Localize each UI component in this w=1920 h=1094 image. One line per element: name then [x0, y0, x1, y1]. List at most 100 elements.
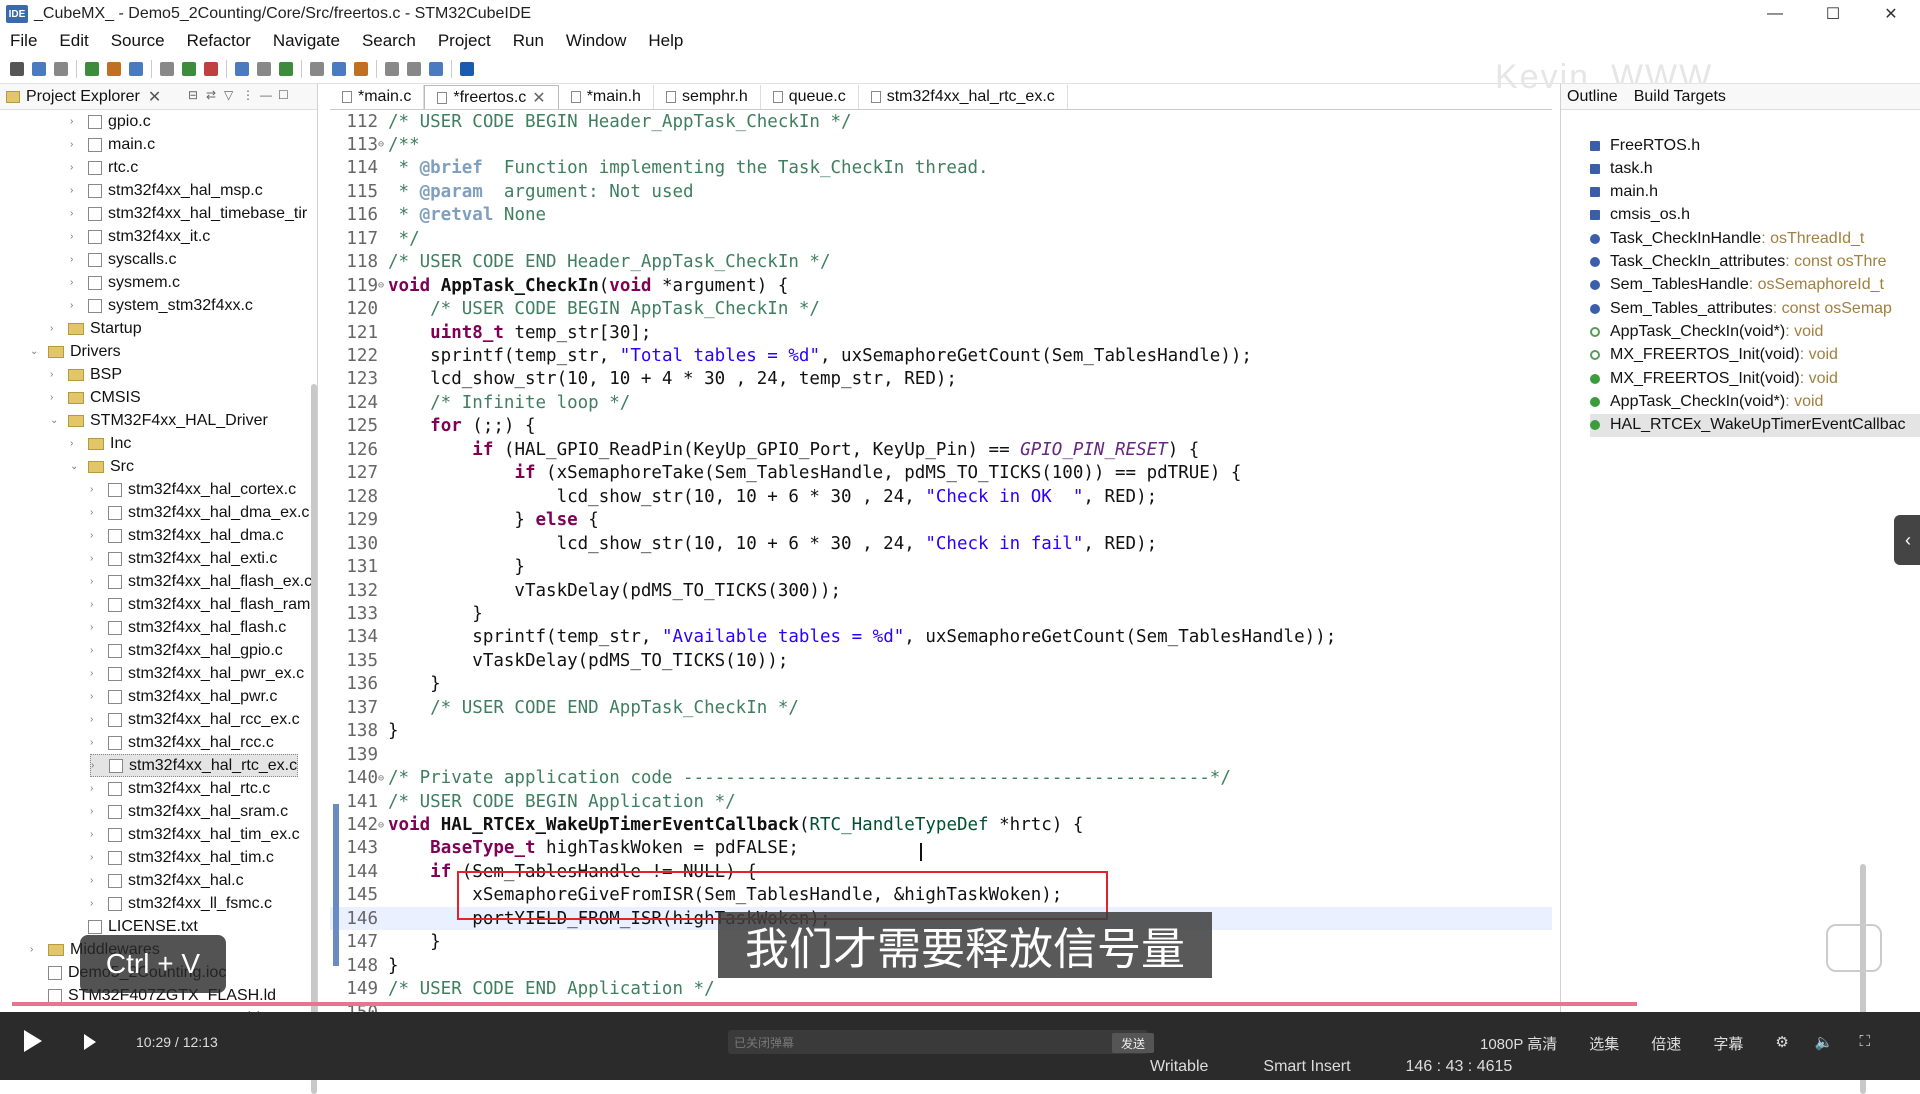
code-line[interactable]: 131 }	[330, 556, 1552, 579]
fold-icon[interactable]: ⊖	[378, 820, 388, 831]
toolbar-button-icon[interactable]	[182, 61, 196, 76]
chevron-right-icon[interactable]: ›	[90, 898, 102, 909]
fold-icon[interactable]: ⊖	[378, 139, 388, 150]
tree-file[interactable]: › stm32f4xx_hal_flash_ram	[90, 593, 310, 616]
chevron-left-icon[interactable]: ‹	[1894, 515, 1920, 565]
code-line[interactable]: 115 * @param argument: Not used	[330, 180, 1552, 203]
scrollbar[interactable]	[311, 384, 317, 1094]
tree-folder[interactable]: › BSP	[50, 363, 122, 386]
editor-tab[interactable]: queue.c	[761, 85, 859, 109]
code-line[interactable]: 126 if (HAL_GPIO_ReadPin(KeyUp_GPIO_Port…	[330, 438, 1552, 461]
code-line[interactable]: 121 uint8_t temp_str[30];	[330, 321, 1552, 344]
chevron-right-icon[interactable]: ›	[70, 277, 82, 288]
tree-file[interactable]: › stm32f4xx_ll_fsmc.c	[90, 892, 272, 915]
outline-item[interactable]: MX_FREERTOS_Init(void) : void	[1590, 344, 1838, 367]
play-icon[interactable]	[24, 1030, 42, 1052]
tree-file[interactable]: › stm32f4xx_hal_sram.c	[90, 800, 288, 823]
tree-folder[interactable]: ⌄ Src	[70, 455, 134, 478]
menu-source[interactable]: Source	[111, 31, 165, 51]
toolbar-button-icon[interactable]	[279, 61, 293, 76]
chevron-icon[interactable]: ›	[70, 438, 82, 449]
tree-file[interactable]: › stm32f4xx_hal_gpio.c	[90, 639, 283, 662]
code-line[interactable]: 125 for (;;) {	[330, 415, 1552, 438]
tree-file[interactable]: › stm32f4xx_hal_exti.c	[90, 547, 277, 570]
toolbar-button-icon[interactable]	[129, 61, 143, 76]
code-line[interactable]: 119 ⊖ void AppTask_CheckIn(void *argument)…	[330, 274, 1552, 297]
tree-file[interactable]: › stm32f4xx_hal_msp.c	[70, 179, 263, 202]
link-editor-icon[interactable]: ⇄	[206, 88, 224, 104]
code-line[interactable]: 140 ⊖/* Private application code --------…	[330, 767, 1552, 790]
progress-bar[interactable]	[12, 1002, 1637, 1006]
tree-file[interactable]: › stm32f4xx_hal_pwr_ex.c	[90, 662, 304, 685]
chevron-right-icon[interactable]: ›	[70, 116, 82, 127]
menu-edit[interactable]: Edit	[59, 31, 88, 51]
chevron-right-icon[interactable]: ›	[90, 737, 102, 748]
menu-run[interactable]: Run	[513, 31, 544, 51]
toolbar-button-icon[interactable]	[385, 61, 399, 76]
outline-item[interactable]: cmsis_os.h	[1590, 204, 1690, 227]
tree-file[interactable]: › stm32f4xx_hal.c	[90, 869, 244, 892]
chevron-right-icon[interactable]: ›	[90, 553, 102, 564]
editor-tab[interactable]: semphr.h	[654, 85, 761, 109]
outline-tab-outline[interactable]: Outline	[1567, 88, 1618, 106]
tree-file[interactable]: › stm32f4xx_hal_cortex.c	[90, 478, 296, 501]
chevron-right-icon[interactable]: ›	[90, 484, 102, 495]
menu-help[interactable]: Help	[648, 31, 683, 51]
code-line[interactable]: 114 * @brief Function implementing the T…	[330, 157, 1552, 180]
send-button[interactable]: 发送	[1112, 1033, 1154, 1053]
code-line[interactable]: 128 lcd_show_str(10, 10 + 6 * 30 , 24, "…	[330, 485, 1552, 508]
tree-file[interactable]: › stm32f4xx_hal_rcc_ex.c	[90, 708, 300, 731]
tree-file[interactable]: › sysmem.c	[70, 271, 180, 294]
tree-file[interactable]: › syscalls.c	[70, 248, 176, 271]
toolbar-button-icon[interactable]	[54, 61, 68, 76]
chevron-right-icon[interactable]: ›	[70, 162, 82, 173]
outline-item[interactable]: main.h	[1590, 181, 1658, 204]
code-line[interactable]: 142 ⊖ void HAL_RTCEx_WakeUpTimerEventCallb…	[330, 814, 1552, 837]
next-icon[interactable]	[84, 1034, 96, 1050]
code-line[interactable]: 143 BaseType_t highTaskWoken = pdFALSE;	[330, 837, 1552, 860]
code-line[interactable]: 130 lcd_show_str(10, 10 + 6 * 30 , 24, "…	[330, 532, 1552, 555]
menu-file[interactable]: File	[10, 31, 37, 51]
tree-file[interactable]: › stm32f4xx_hal_pwr.c	[90, 685, 277, 708]
code-line[interactable]: 138}	[330, 720, 1552, 743]
toolbar-button-icon[interactable]	[332, 61, 346, 76]
code-line[interactable]: 116 * @retval None	[330, 204, 1552, 227]
code-line[interactable]: 122 sprintf(temp_str, "Total tables = %d…	[330, 345, 1552, 368]
editor-tab[interactable]: *freertos.c ✕	[424, 85, 559, 109]
toolbar-button-icon[interactable]	[460, 61, 474, 76]
chevron-right-icon[interactable]: ›	[90, 691, 102, 702]
editor-tab[interactable]: stm32f4xx_hal_rtc_ex.c	[859, 85, 1068, 109]
chevron-icon[interactable]: ⌄	[50, 415, 62, 426]
minimize-view-icon[interactable]: —	[260, 88, 278, 104]
chevron-right-icon[interactable]: ›	[90, 599, 102, 610]
code-line[interactable]: 120 /* USER CODE BEGIN AppTask_CheckIn *…	[330, 298, 1552, 321]
tree-file[interactable]: › stm32f4xx_hal_timebase_tir	[70, 202, 307, 225]
chevron-right-icon[interactable]: ›	[90, 783, 102, 794]
code-line[interactable]: 123 lcd_show_str(10, 10 + 4 * 30 , 24, t…	[330, 368, 1552, 391]
code-line[interactable]: 117 */	[330, 227, 1552, 250]
chevron-icon[interactable]: ⌄	[30, 346, 42, 357]
outline-item[interactable]: Sem_Tables_attributes : const osSemap	[1590, 297, 1892, 320]
tree-file[interactable]: › rtc.c	[70, 156, 138, 179]
toolbar-button-icon[interactable]	[10, 61, 24, 76]
minimize-button[interactable]: —	[1746, 0, 1804, 28]
code-line[interactable]: 134 sprintf(temp_str, "Available tables …	[330, 626, 1552, 649]
chevron-right-icon[interactable]: ›	[90, 507, 102, 518]
code-line[interactable]: 139	[330, 743, 1552, 766]
outline-item[interactable]: Task_CheckIn_attributes : const osThre	[1590, 251, 1887, 274]
fold-icon[interactable]: ⊖	[378, 773, 388, 784]
chevron-right-icon[interactable]: ›	[70, 231, 82, 242]
chevron-right-icon[interactable]: ›	[70, 208, 82, 219]
tree-file[interactable]: › stm32f4xx_hal_rtc_ex.c	[90, 754, 299, 777]
code-line[interactable]: 129 } else {	[330, 509, 1552, 532]
chevron-right-icon[interactable]: ›	[90, 530, 102, 541]
chevron-icon[interactable]: ›	[50, 392, 62, 403]
maximize-view-icon[interactable]: ☐	[278, 88, 296, 104]
outline-item[interactable]: MX_FREERTOS_Init(void) : void	[1590, 367, 1838, 390]
volume-icon[interactable]: 🔈	[1815, 1033, 1834, 1054]
tree-folder[interactable]: › Inc	[70, 432, 131, 455]
code-line[interactable]: 135 vTaskDelay(pdMS_TO_TICKS(10));	[330, 649, 1552, 672]
close-tab-icon[interactable]: ✕	[532, 88, 545, 108]
chevron-right-icon[interactable]: ›	[90, 622, 102, 633]
chevron-right-icon[interactable]: ›	[91, 760, 103, 771]
